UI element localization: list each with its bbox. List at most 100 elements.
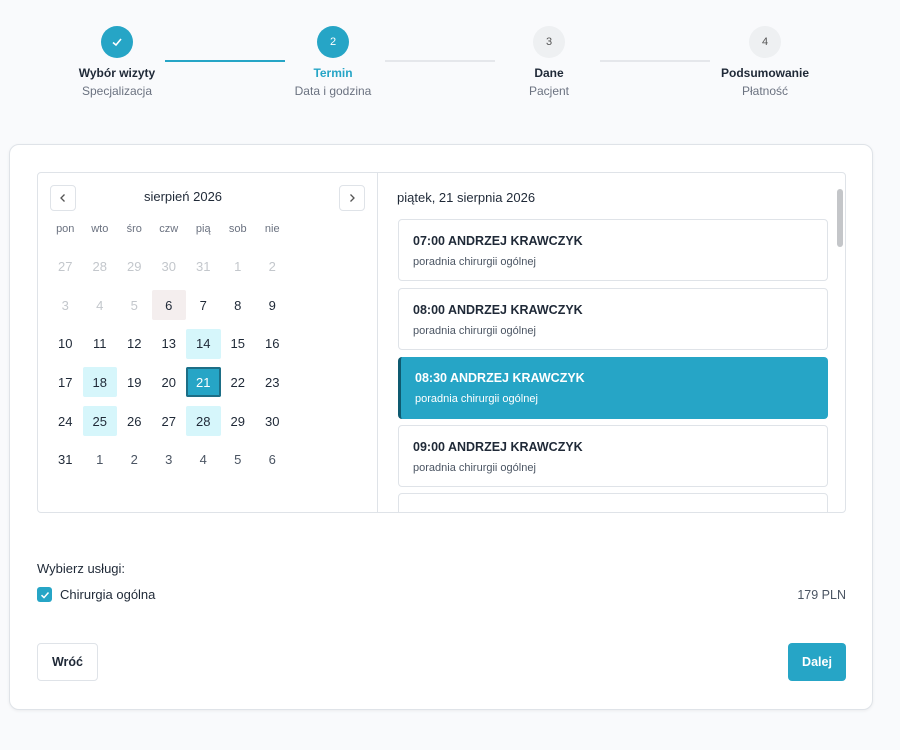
step-number: 2 <box>317 26 349 58</box>
weekday-header: pon wto śro czw pią sob nie <box>48 223 290 235</box>
stepper: Wybór wizyty Specjalizacja 2 Termin Data… <box>0 0 900 120</box>
calendar-week: 10 11 12 13 14 15 16 <box>48 324 290 363</box>
calendar-day[interactable]: 27 <box>152 406 187 436</box>
calendar-day-available[interactable]: 18 <box>82 367 117 398</box>
step-2[interactable]: 2 Termin Data i godzina <box>253 26 413 98</box>
calendar-day[interactable]: 17 <box>48 367 83 397</box>
step-title: Termin <box>313 66 353 80</box>
step-title: Wybór wizyty <box>78 66 156 80</box>
calendar-day: 5 <box>130 297 138 313</box>
slot-time-doctor: 08:30 ANDRZEJ KRAWCZYK <box>415 371 585 385</box>
calendar-day[interactable]: 22 <box>221 367 256 397</box>
calendar-day[interactable]: 1 <box>83 445 118 475</box>
calendar-day[interactable]: 19 <box>117 367 152 397</box>
step-4: 4 Podsumowanie Płatność <box>685 26 845 98</box>
step-number: 3 <box>533 26 565 58</box>
slot-time-doctor: 08:00 ANDRZEJ KRAWCZYK <box>413 303 583 317</box>
weekday: sob <box>228 223 247 235</box>
step-title: Dane <box>534 66 564 80</box>
calendar-day: 4 <box>96 297 104 313</box>
time-slot[interactable]: 08:00 ANDRZEJ KRAWCZYK poradnia chirurgi… <box>398 288 828 350</box>
next-month-button[interactable] <box>339 185 365 211</box>
prev-month-button[interactable] <box>50 185 76 211</box>
calendar-day[interactable]: 13 <box>152 329 187 359</box>
slot-time-doctor: 09:00 ANDRZEJ KRAWCZYK <box>413 440 583 454</box>
calendar-day[interactable]: 7 <box>186 290 221 320</box>
calendar-day[interactable]: 2 <box>117 445 152 475</box>
calendar-day: 27 <box>58 258 73 274</box>
calendar-day[interactable]: 6 <box>255 445 290 475</box>
booking-card: sierpień 2026 pon wto śro czw pią sob ni… <box>9 144 873 710</box>
weekday: czw <box>159 223 179 235</box>
calendar-day[interactable]: 20 <box>152 367 187 397</box>
calendar-day[interactable]: 15 <box>221 329 256 359</box>
selected-date-label: piątek, 21 sierpnia 2026 <box>397 190 536 205</box>
calendar-day-available[interactable]: 25 <box>82 406 117 437</box>
calendar-day[interactable]: 11 <box>83 329 118 359</box>
time-slot[interactable] <box>398 493 828 512</box>
slot-clinic: poradnia chirurgii ogólnej <box>413 256 536 268</box>
calendar-day[interactable]: 8 <box>221 290 256 320</box>
slots-scrollbar[interactable] <box>837 189 843 247</box>
calendar-day-today[interactable]: 6 <box>151 290 186 321</box>
calendar-day-available[interactable]: 14 <box>186 328 221 359</box>
calendar-day: 3 <box>61 297 69 313</box>
calendar-day[interactable]: 5 <box>221 445 256 475</box>
calendar-grid: 27 28 29 30 31 1 2 3 4 5 6 7 8 9 10 11 1… <box>48 247 290 479</box>
weekday: pon <box>56 223 75 235</box>
service-price: 179 PLN <box>797 588 846 602</box>
calendar-week: 31 1 2 3 4 5 6 <box>48 440 290 479</box>
chevron-right-icon <box>350 194 355 202</box>
time-slot-selected[interactable]: 08:30 ANDRZEJ KRAWCZYK poradnia chirurgi… <box>398 357 828 419</box>
step-subtitle: Pacjent <box>528 84 570 98</box>
calendar-day: 28 <box>92 258 107 274</box>
step-number: 4 <box>749 26 781 58</box>
calendar-week: 3 4 5 6 7 8 9 <box>48 286 290 325</box>
calendar-day[interactable]: 4 <box>186 445 221 475</box>
calendar-day[interactable]: 30 <box>255 406 290 436</box>
calendar-day: 31 <box>196 258 211 274</box>
calendar-day: 2 <box>268 258 276 274</box>
calendar-day[interactable]: 26 <box>117 406 152 436</box>
calendar-day[interactable]: 10 <box>48 329 83 359</box>
service-option[interactable]: Chirurgia ogólna <box>37 587 155 602</box>
step-title: Podsumowanie <box>720 66 809 80</box>
time-slot[interactable]: 09:00 ANDRZEJ KRAWCZYK poradnia chirurgi… <box>398 425 828 487</box>
next-button[interactable]: Dalej <box>788 643 846 681</box>
calendar-week: 17 18 19 20 21 22 23 <box>48 363 290 402</box>
step-subtitle: Data i godzina <box>294 84 372 98</box>
calendar-day-selected[interactable]: 21 <box>186 367 221 398</box>
date-time-picker: sierpień 2026 pon wto śro czw pią sob ni… <box>37 172 846 513</box>
time-slots-panel: piątek, 21 sierpnia 2026 07:00 ANDRZEJ K… <box>379 173 845 512</box>
calendar-week: 24 25 26 27 28 29 30 <box>48 402 290 441</box>
slot-clinic: poradnia chirurgii ogólnej <box>415 393 538 405</box>
back-button[interactable]: Wróć <box>37 643 98 681</box>
calendar-day[interactable]: 29 <box>221 406 256 436</box>
service-name: Chirurgia ogólna <box>60 587 156 602</box>
chevron-left-icon <box>60 194 65 202</box>
time-slot[interactable]: 07:00 ANDRZEJ KRAWCZYK poradnia chirurgi… <box>398 219 828 281</box>
calendar-day[interactable]: 31 <box>48 445 83 475</box>
step-subtitle: Specjalizacja <box>81 84 153 98</box>
weekday: śro <box>126 223 142 235</box>
slot-clinic: poradnia chirurgii ogólnej <box>413 462 536 474</box>
calendar-day-available[interactable]: 28 <box>186 406 221 437</box>
calendar-day[interactable]: 16 <box>255 329 290 359</box>
month-label: sierpień 2026 <box>143 189 223 204</box>
calendar-week: 27 28 29 30 31 1 2 <box>48 247 290 286</box>
calendar-day[interactable]: 12 <box>117 329 152 359</box>
calendar-day: 30 <box>161 258 176 274</box>
weekday: wto <box>91 223 109 235</box>
calendar-day[interactable]: 3 <box>152 445 187 475</box>
checkbox-checked[interactable] <box>37 587 52 602</box>
calendar-day[interactable]: 24 <box>48 406 83 436</box>
slot-clinic: poradnia chirurgii ogólnej <box>413 325 536 337</box>
step-1[interactable]: Wybór wizyty Specjalizacja <box>37 26 197 98</box>
calendar-day[interactable]: 23 <box>255 367 290 397</box>
calendar-day[interactable]: 9 <box>255 290 290 320</box>
services-label: Wybierz usługi: <box>37 561 126 576</box>
step-3: 3 Dane Pacjent <box>469 26 629 98</box>
checkmark-icon <box>40 591 49 599</box>
calendar: sierpień 2026 pon wto śro czw pią sob ni… <box>38 173 378 512</box>
step-subtitle: Płatność <box>741 84 789 98</box>
